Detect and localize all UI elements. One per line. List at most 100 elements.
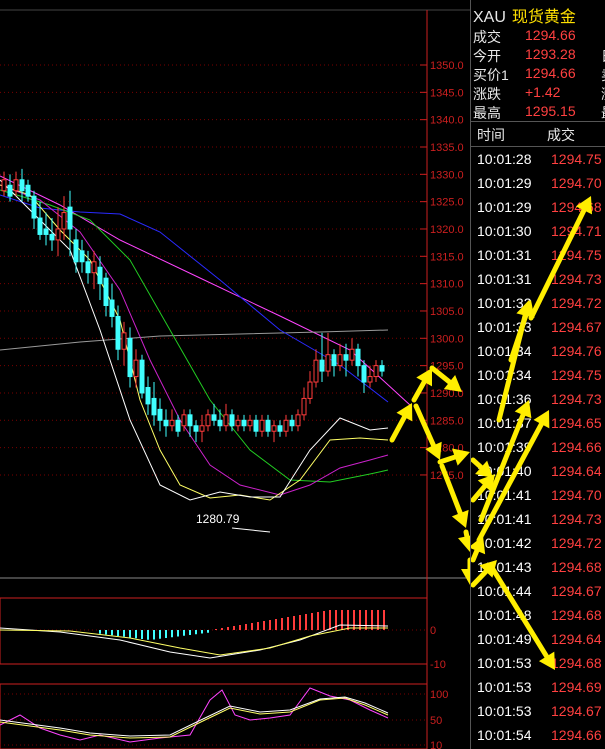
price-tick-label: 1320.0 — [430, 224, 464, 236]
tick-price: 1294.75 — [551, 247, 602, 263]
tick-row[interactable]: 10:01:42 1294.72 — [471, 532, 605, 556]
tick-row[interactable]: 10:01:48 1294.68 — [471, 604, 605, 628]
quote-extra: 日 — [601, 46, 605, 66]
quote-label: 买价1 — [473, 67, 509, 83]
tick-price: 1294.76 — [551, 343, 602, 359]
candle-body — [373, 365, 379, 378]
tick-time: 10:01:29 — [477, 199, 532, 215]
tick-time: 10:01:43 — [477, 559, 532, 575]
candle-body — [295, 414, 301, 427]
candlestick-chart[interactable]: 1350.0 1345.0 1340.0 1335.0 1330.0 1325.0 1320… — [0, 0, 470, 749]
quote-row-change: 涨跌 +1.42 涨 — [473, 84, 605, 104]
instrument-name: 现货黄金 — [511, 9, 576, 26]
candle-body — [49, 233, 55, 241]
price-tick-label: 1350.0 — [430, 60, 464, 72]
quote-value: 1294.66 — [525, 27, 576, 43]
candle-body — [337, 354, 343, 367]
tick-row[interactable]: 10:01:39 1294.66 — [471, 436, 605, 460]
tick-time: 10:01:40 — [477, 463, 532, 479]
candle-body — [25, 184, 31, 197]
candle-body — [217, 419, 223, 427]
tick-time: 10:01:28 — [477, 151, 532, 167]
tick-price: 1294.68 — [551, 559, 602, 575]
price-tick-label: 1285.0 — [430, 415, 464, 427]
quote-row-bid: 买价1 1294.66 卖 — [473, 65, 605, 85]
candle-body — [283, 419, 289, 432]
kdj-panel: 100 50 10 — [0, 683, 448, 749]
candle-body — [139, 359, 145, 394]
candle-body — [7, 184, 13, 197]
tick-row[interactable]: 10:01:40 1294.64 — [471, 460, 605, 484]
tick-time: 10:01:54 — [477, 727, 532, 743]
tick-row[interactable]: 10:01:36 1294.73 — [471, 388, 605, 412]
tick-row[interactable]: 10:01:34 1294.76 — [471, 340, 605, 364]
candle-body — [31, 195, 37, 219]
tick-time: 10:01:48 — [477, 607, 532, 623]
tick-price: 1294.69 — [551, 679, 602, 695]
candle-body — [181, 414, 187, 427]
tick-row[interactable]: 10:01:33 1294.67 — [471, 316, 605, 340]
candle-body — [367, 376, 373, 383]
tick-time: 10:01:41 — [477, 487, 532, 503]
tick-row[interactable]: 10:01:41 1294.70 — [471, 484, 605, 508]
tick-time: 10:01:44 — [477, 583, 532, 599]
tick-price: 1294.72 — [551, 535, 602, 551]
tick-price: 1294.66 — [551, 727, 602, 743]
candle-body — [277, 425, 283, 432]
candle-body — [349, 348, 355, 361]
tick-row[interactable]: 10:01:32 1294.72 — [471, 292, 605, 316]
tick-time: 10:01:36 — [477, 391, 532, 407]
candle-body — [241, 419, 247, 427]
tick-row[interactable]: 10:01:54 1294.66 — [471, 724, 605, 748]
candle-body — [187, 414, 193, 427]
tick-row[interactable]: 10:01:31 1294.73 — [471, 268, 605, 292]
candle-body — [151, 397, 157, 416]
tick-row[interactable]: 10:01:49 1294.64 — [471, 628, 605, 652]
quote-value: 1293.28 — [525, 46, 576, 62]
tick-time: 10:01:49 — [477, 631, 532, 647]
tick-row[interactable]: 10:01:37 1294.65 — [471, 412, 605, 436]
tick-row[interactable]: 10:01:53 1294.67 — [471, 700, 605, 724]
tick-time: 10:01:37 — [477, 415, 532, 431]
candle-body — [355, 348, 361, 367]
candle-body — [319, 359, 325, 372]
low-price-label: 1280.79 — [196, 512, 240, 526]
tick-row[interactable]: 10:01:28 1294.75 — [471, 148, 605, 172]
tick-row[interactable]: 10:01:43 1294.68 — [471, 556, 605, 580]
tick-row[interactable]: 10:01:31 1294.75 — [471, 244, 605, 268]
candle-body — [121, 332, 127, 350]
tick-row[interactable]: 10:01:34 1294.75 — [471, 364, 605, 388]
tick-row[interactable]: 10:01:53 1294.69 — [471, 676, 605, 700]
candle-body — [325, 354, 331, 372]
quote-label: 涨跌 — [473, 86, 501, 102]
tick-time: 10:01:53 — [477, 679, 532, 695]
candle-body — [247, 419, 253, 427]
chart-grid — [0, 9, 470, 749]
candle-body — [313, 359, 319, 383]
candle-body — [133, 359, 139, 378]
tick-time: 10:01:30 — [477, 223, 532, 239]
tick-price: 1294.70 — [551, 175, 602, 191]
candle-body — [103, 277, 109, 307]
quote-label: 成交 — [473, 29, 501, 45]
candle-body — [127, 337, 133, 378]
tick-row[interactable]: 10:01:53 1294.68 — [471, 652, 605, 676]
candle-body — [145, 386, 151, 405]
macd-tick-label: -10 — [430, 659, 446, 671]
candle-body — [169, 419, 175, 427]
candle-body — [73, 239, 79, 263]
tick-time: 10:01:33 — [477, 319, 532, 335]
tick-price: 1294.73 — [551, 271, 602, 287]
candle-body — [163, 419, 169, 427]
candle-body — [55, 228, 61, 241]
candle-body — [253, 419, 259, 432]
price-column-header: 成交 — [547, 127, 575, 143]
tick-time: 10:01:53 — [477, 703, 532, 719]
tick-row[interactable]: 10:01:41 1294.73 — [471, 508, 605, 532]
tick-row[interactable]: 10:01:29 1294.70 — [471, 172, 605, 196]
tick-row[interactable]: 10:01:29 1294.68 — [471, 196, 605, 220]
ticks-header: 时间 成交 — [471, 121, 605, 147]
tick-row[interactable]: 10:01:44 1294.67 — [471, 580, 605, 604]
price-tick-label: 1315.0 — [430, 251, 464, 263]
tick-row[interactable]: 10:01:30 1294.71 — [471, 220, 605, 244]
